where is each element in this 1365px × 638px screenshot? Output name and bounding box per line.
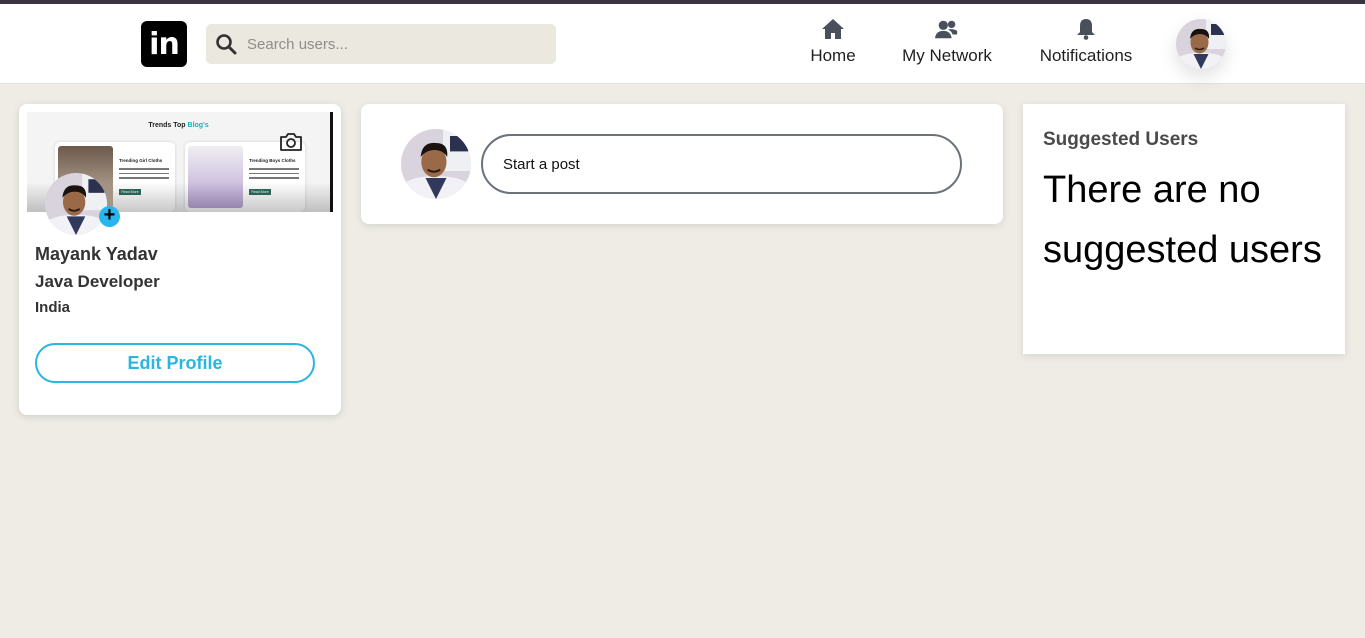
suggested-users-empty-message: There are no suggested users [1043, 169, 1322, 271]
bell-icon [1077, 19, 1095, 40]
start-post-input[interactable]: Start a post [481, 134, 962, 194]
network-icon [935, 20, 958, 39]
blog-tile-title: Trending Girl Cloths [119, 158, 163, 163]
camera-icon[interactable] [279, 132, 303, 152]
profile-avatar[interactable] [45, 173, 107, 235]
home-icon [822, 19, 844, 39]
profile-card: Trends Top Blog's Trending Girl Cloths R… [19, 104, 341, 415]
cover-title: Trends Top Blog's [27, 122, 330, 129]
profile-name: Mayank Yadav [35, 244, 158, 264]
suggested-users-title: Suggested Users [1043, 129, 1199, 150]
search-bar[interactable] [206, 24, 556, 64]
nav-my-network[interactable]: My Network [898, 18, 996, 66]
user-avatar [1176, 19, 1226, 69]
profile-photo [45, 173, 107, 235]
composer-avatar-photo [401, 129, 471, 199]
composer-avatar [401, 129, 471, 199]
edit-profile-button[interactable]: Edit Profile [35, 343, 315, 383]
nav-notifications[interactable]: Notifications [1035, 18, 1137, 66]
blog-tile-text [119, 168, 169, 182]
profile-headline: Java Developer [35, 272, 160, 291]
nav-notifications-label: Notifications [1039, 46, 1133, 65]
search-icon [216, 34, 237, 55]
navbar: in Home My Network Notifications [0, 4, 1365, 84]
nav-network-label: My Network [902, 46, 992, 65]
suggested-users-card: Suggested Users There are no suggested u… [1023, 104, 1345, 354]
blog-tile-title: Trending Boys Cloths [249, 158, 296, 163]
nav-home[interactable]: Home [809, 18, 857, 66]
cover-title-highlight: Blog's [187, 122, 209, 129]
blog-tile-text [249, 168, 299, 182]
cover-title-prefix: Trends Top [148, 122, 186, 129]
post-composer-card: Start a post [361, 104, 1003, 224]
linkedin-logo[interactable]: in [141, 21, 187, 67]
add-photo-button[interactable]: + [99, 205, 120, 227]
profile-location: India [35, 299, 71, 316]
nav-home-label: Home [810, 46, 856, 65]
user-avatar-menu[interactable] [1176, 19, 1226, 69]
search-input[interactable] [247, 35, 537, 53]
